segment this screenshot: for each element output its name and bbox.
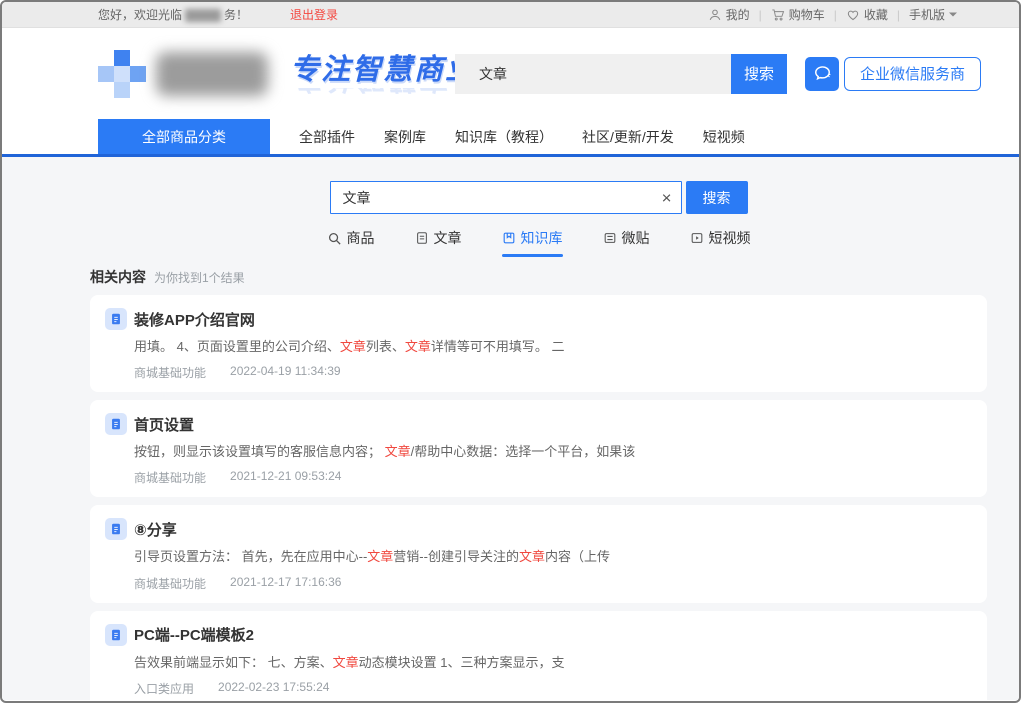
search-icon bbox=[327, 231, 342, 246]
results-title: 相关内容 bbox=[90, 267, 146, 287]
result-meta: 商城基础功能 2021-12-21 09:53:24 bbox=[134, 469, 967, 486]
tagline-wrap: 专注智慧商业 专注智慧商业 bbox=[290, 46, 476, 102]
result-card: 装修APP介绍官网 用填。 4、页面设置里的公司介绍、文章列表、文章详情等可不用… bbox=[90, 295, 987, 392]
blurred-logo-text bbox=[156, 52, 268, 96]
document-icon bbox=[415, 231, 429, 245]
tab-goods[interactable]: 商品 bbox=[327, 228, 375, 250]
nav-item-plugins[interactable]: 全部插件 bbox=[299, 127, 355, 147]
tab-shortvideo[interactable]: 短视频 bbox=[690, 228, 751, 250]
search-box: × bbox=[330, 181, 682, 214]
doc-icon bbox=[105, 518, 127, 540]
result-time: 2021-12-21 09:53:24 bbox=[230, 469, 341, 486]
mobile-version-dropdown[interactable]: 手机版 bbox=[909, 6, 957, 23]
header-search-button[interactable]: 搜索 bbox=[731, 54, 787, 94]
result-time: 2022-04-19 11:34:39 bbox=[230, 364, 341, 381]
nav-item-knowledge[interactable]: 知识库（教程） bbox=[455, 127, 553, 147]
topbar-right: 我的 | 购物车 | 收藏 | 手机版 bbox=[708, 6, 957, 23]
tab-knowledge[interactable]: 知识库 bbox=[502, 228, 563, 250]
results-header: 相关内容 为你找到1个结果 bbox=[90, 267, 987, 287]
favorites-link[interactable]: 收藏 bbox=[846, 6, 888, 23]
result-category: 入口类应用 bbox=[134, 680, 194, 697]
result-type-tabs: 商品 文章 知识库 微 bbox=[90, 228, 987, 250]
result-meta: 商城基础功能 2022-04-19 11:34:39 bbox=[134, 364, 967, 381]
blurred-username bbox=[185, 9, 221, 22]
greeting-text: 您好，欢迎光临 务！ bbox=[98, 6, 248, 23]
greeting-suffix: 务！ bbox=[224, 8, 248, 22]
doc-icon bbox=[105, 308, 127, 330]
cart-link[interactable]: 购物车 bbox=[771, 6, 825, 23]
my-account-link[interactable]: 我的 bbox=[708, 6, 750, 23]
nav-item-cases[interactable]: 案例库 bbox=[384, 127, 426, 147]
tab-shortvideo-label: 短视频 bbox=[709, 228, 751, 248]
my-account-label: 我的 bbox=[726, 6, 750, 23]
tab-articles[interactable]: 文章 bbox=[415, 228, 462, 250]
result-desc: 用填。 4、页面设置里的公司介绍、文章列表、文章详情等可不用填写。 二 bbox=[134, 338, 967, 356]
separator: | bbox=[834, 8, 837, 22]
search-section: × 搜索 bbox=[90, 181, 987, 214]
result-card: ⑧分享 引导页设置方法： 首先，先在应用中心--文章营销--创建引导关注的文章内… bbox=[90, 505, 987, 602]
tab-goods-label: 商品 bbox=[347, 228, 375, 248]
cart-icon bbox=[771, 8, 785, 22]
browser-window: 您好，欢迎光临 务！ 退出登录 我的 | 购物车 | 收藏 bbox=[0, 0, 1021, 703]
result-title[interactable]: PC端--PC端模板2 bbox=[134, 624, 254, 645]
top-bar: 您好，欢迎光临 务！ 退出登录 我的 | 购物车 | 收藏 bbox=[2, 2, 1019, 28]
wecom-icon bbox=[805, 57, 839, 91]
wecom-label: 企业微信服务商 bbox=[844, 57, 981, 91]
result-card: PC端--PC端模板2 告效果前端显示如下： 七、方案、文章动态模块设置 1、三… bbox=[90, 611, 987, 700]
main-content: × 搜索 商品 文章 bbox=[2, 157, 1019, 700]
search-input[interactable] bbox=[330, 181, 682, 214]
result-title[interactable]: ⑧分享 bbox=[134, 519, 177, 540]
result-card: 首页设置 按钮，则显示该设置填写的客服信息内容； 文章/帮助中心数据：选择一个平… bbox=[90, 400, 987, 497]
wecom-service-button[interactable]: 企业微信服务商 bbox=[805, 57, 981, 91]
result-desc: 引导页设置方法： 首先，先在应用中心--文章营销--创建引导关注的文章内容（上传 bbox=[134, 548, 967, 566]
doc-icon bbox=[105, 624, 127, 646]
nav-item-community[interactable]: 社区/更新/开发 bbox=[582, 127, 674, 147]
site-logo[interactable]: 专注智慧商业 专注智慧商业 bbox=[98, 46, 476, 102]
separator: | bbox=[897, 8, 900, 22]
mobile-version-label: 手机版 bbox=[909, 6, 945, 23]
cart-label: 购物车 bbox=[789, 6, 825, 23]
result-desc: 按钮，则显示该设置填写的客服信息内容； 文章/帮助中心数据：选择一个平台，如果该 bbox=[134, 443, 967, 461]
site-header: 专注智慧商业 专注智慧商业 搜索 企业微信服务商 bbox=[2, 28, 1019, 119]
result-title[interactable]: 首页设置 bbox=[134, 414, 194, 435]
header-search-input[interactable] bbox=[455, 54, 731, 94]
result-category: 商城基础功能 bbox=[134, 364, 206, 381]
logo-tagline: 专注智慧商业 bbox=[290, 46, 476, 88]
logo-tagline-reflection: 专注智慧商业 bbox=[290, 88, 476, 102]
result-category: 商城基础功能 bbox=[134, 575, 206, 592]
tab-posts[interactable]: 微贴 bbox=[603, 228, 650, 250]
tab-posts-label: 微贴 bbox=[622, 228, 650, 248]
results-count: 为你找到1个结果 bbox=[154, 269, 245, 286]
user-icon bbox=[708, 8, 722, 22]
notebook-icon bbox=[502, 231, 516, 245]
result-time: 2021-12-17 17:16:36 bbox=[230, 575, 341, 592]
result-title[interactable]: 装修APP介绍官网 bbox=[134, 309, 255, 330]
result-meta: 入口类应用 2022-02-23 17:55:24 bbox=[134, 680, 967, 697]
logo-icon bbox=[98, 50, 146, 98]
heart-icon bbox=[846, 8, 860, 22]
result-meta: 商城基础功能 2021-12-17 17:16:36 bbox=[134, 575, 967, 592]
doc-icon bbox=[105, 413, 127, 435]
main-nav: 全部商品分类 全部插件 案例库 知识库（教程） 社区/更新/开发 短视频 bbox=[2, 119, 1019, 157]
favorites-label: 收藏 bbox=[864, 6, 888, 23]
result-desc: 告效果前端显示如下： 七、方案、文章动态模块设置 1、三种方案显示，支 bbox=[134, 654, 967, 672]
result-time: 2022-02-23 17:55:24 bbox=[218, 680, 329, 697]
tab-knowledge-label: 知识库 bbox=[521, 228, 563, 248]
greeting-prefix: 您好，欢迎光临 bbox=[98, 8, 182, 22]
header-search: 搜索 bbox=[455, 54, 787, 94]
results-list: 装修APP介绍官网 用填。 4、页面设置里的公司介绍、文章列表、文章详情等可不用… bbox=[90, 295, 987, 700]
video-icon bbox=[690, 231, 704, 245]
separator: | bbox=[759, 8, 762, 22]
logout-link[interactable]: 退出登录 bbox=[290, 6, 338, 23]
search-button[interactable]: 搜索 bbox=[686, 181, 748, 214]
result-category: 商城基础功能 bbox=[134, 469, 206, 486]
list-icon bbox=[603, 231, 617, 245]
chevron-down-icon bbox=[949, 12, 957, 17]
clear-search-icon[interactable]: × bbox=[662, 189, 672, 206]
nav-all-categories[interactable]: 全部商品分类 bbox=[98, 119, 270, 154]
nav-item-shortvideo[interactable]: 短视频 bbox=[703, 127, 745, 147]
tab-articles-label: 文章 bbox=[434, 228, 462, 248]
